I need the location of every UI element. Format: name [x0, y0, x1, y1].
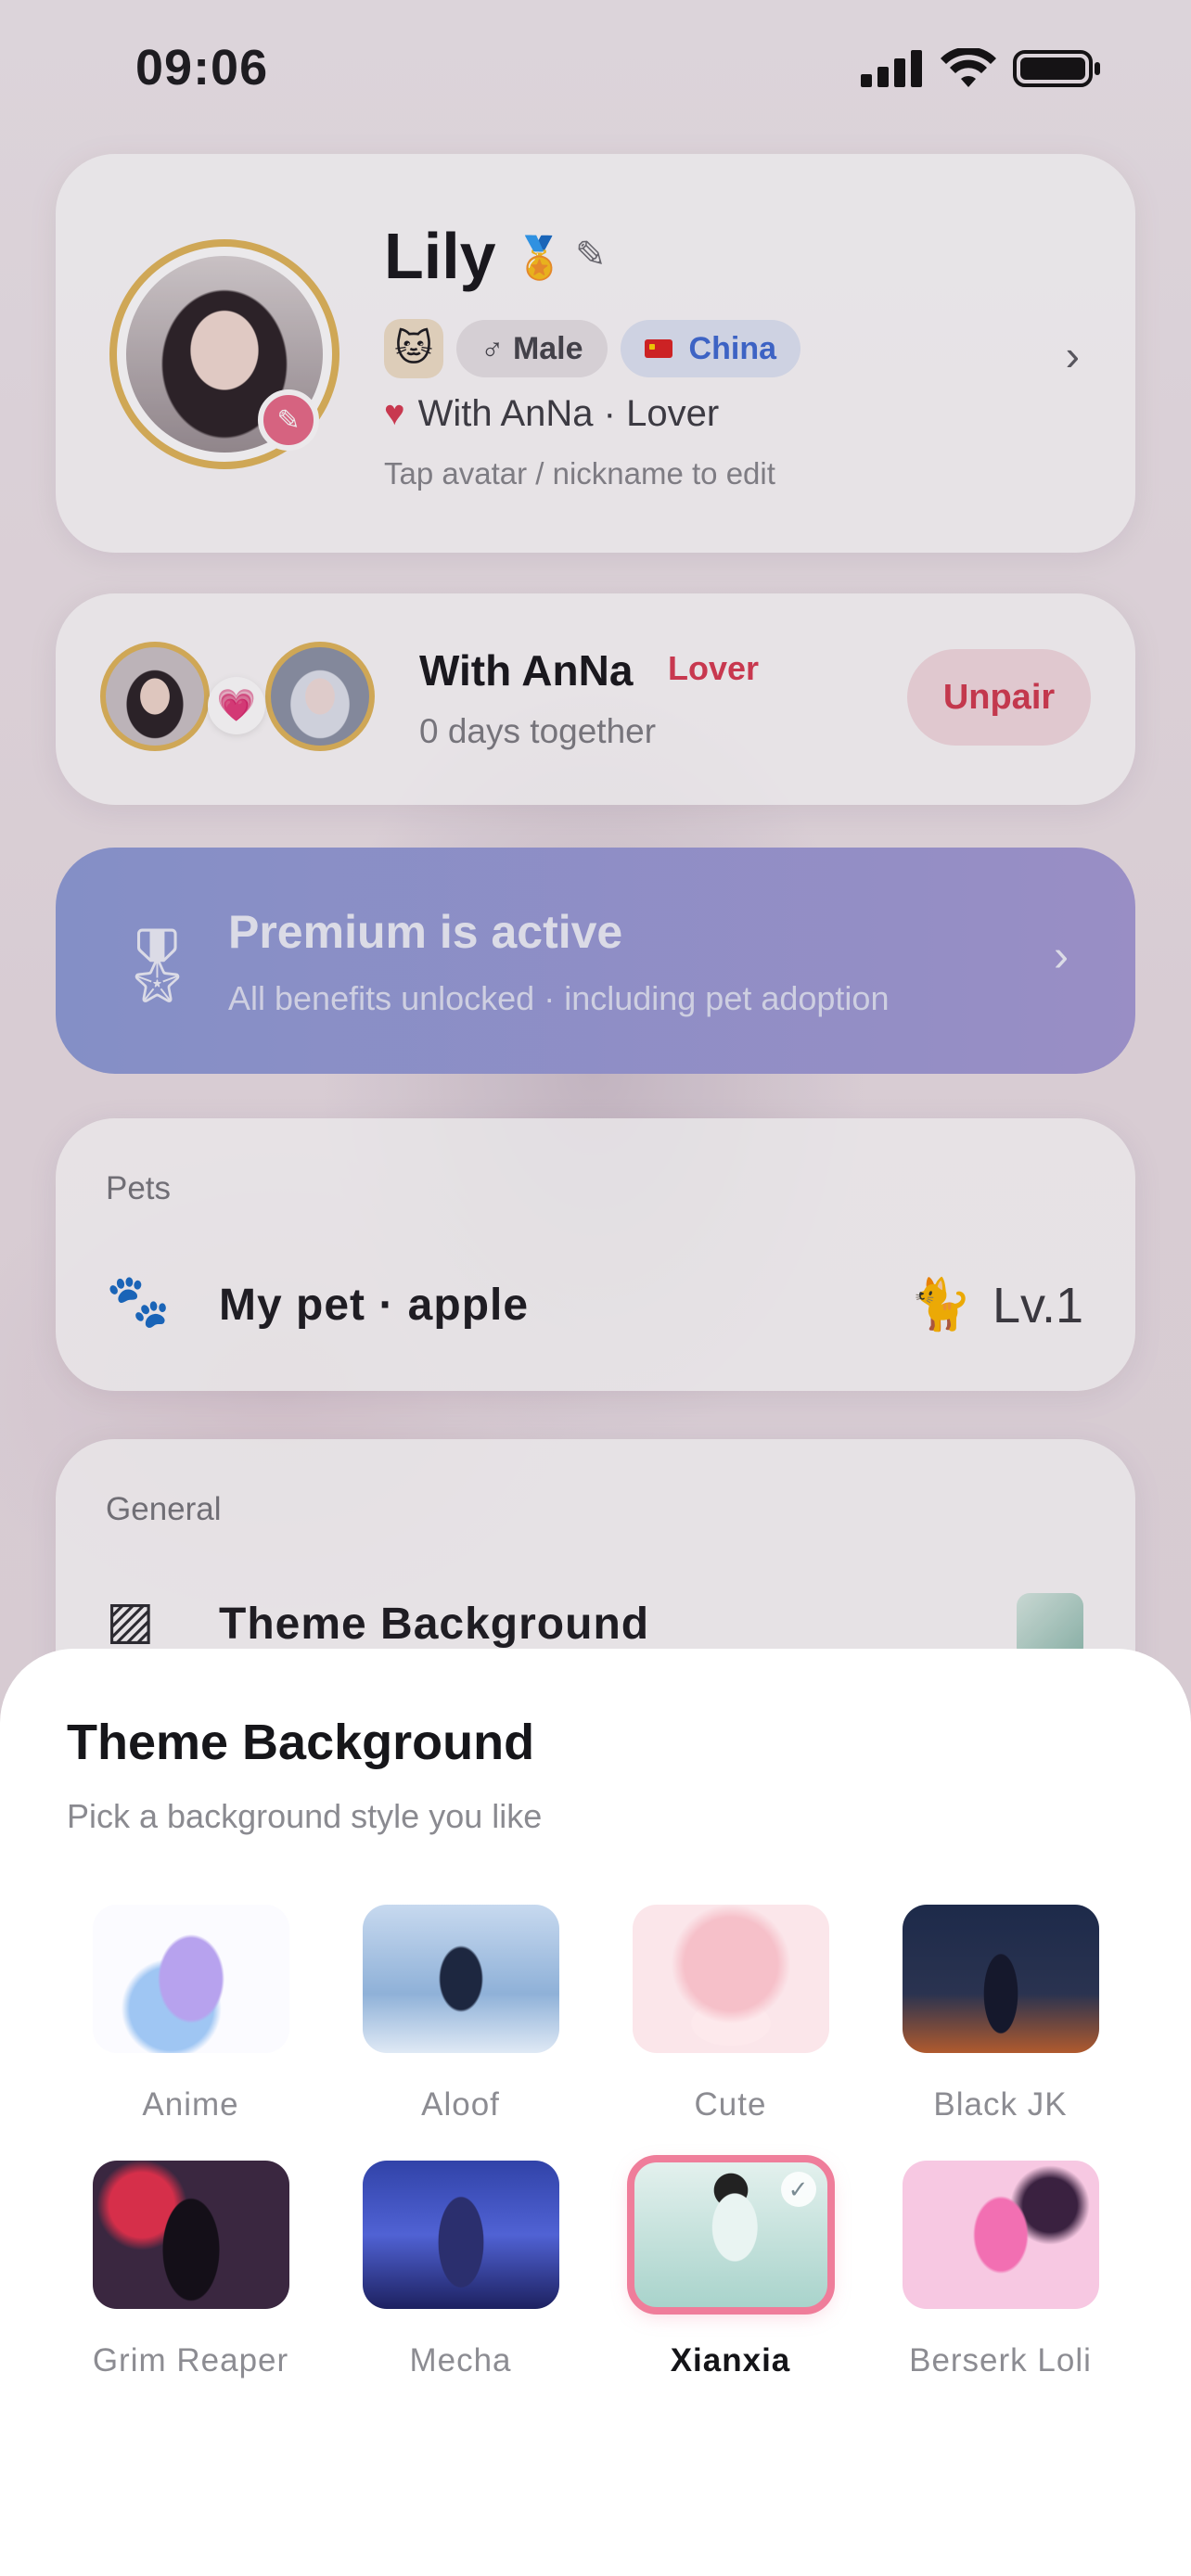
cat-icon: 🐈 [909, 1277, 972, 1333]
sheet-subtitle: Pick a background style you like [67, 1797, 543, 1835]
theme-bottom-sheet: Theme Background Pick a background style… [0, 1649, 1191, 2576]
wifi-icon [941, 48, 996, 87]
section-label: General [106, 1491, 222, 1527]
premium-title: Premium is active [228, 906, 623, 958]
check-icon: ✓ [780, 2172, 816, 2207]
sheet-title: Theme Background [67, 1715, 535, 1770]
award-icon: 🎖 [111, 925, 204, 1006]
chevron-right-icon: › [1054, 932, 1069, 981]
theme-option-black-jk[interactable]: Black JK [865, 1905, 1135, 2123]
theme-option-xianxia[interactable]: ✓ Xianxia [596, 2155, 865, 2379]
profile-card[interactable]: ✎ Lily 🏅 ✎ 🐱 ♂ Male China › ♥ With AnNa ·… [56, 154, 1135, 553]
country-chip: China [620, 320, 800, 377]
pets-section: Pets 🐾 My pet · apple 🐈 Lv.1 [56, 1118, 1135, 1391]
edit-hint: Tap avatar / nickname to edit [384, 456, 775, 491]
chevron-right-icon[interactable]: › [1066, 330, 1080, 380]
edit-avatar-icon[interactable]: ✎ [258, 389, 319, 451]
premium-subtitle: All benefits unlocked · including pet ad… [228, 979, 890, 1017]
signal-icon [861, 50, 922, 87]
theme-thumbnail[interactable] [902, 1905, 1099, 2053]
medal-icon: 🏅 [514, 236, 565, 281]
theme-thumbnail[interactable] [362, 2161, 559, 2309]
section-label: Pets [106, 1170, 172, 1206]
partner-avatar [265, 642, 375, 751]
theme-thumbnail[interactable] [632, 1905, 829, 2053]
theme-thumbnail[interactable] [92, 2161, 289, 2309]
theme-option-cute[interactable]: Cute [596, 1905, 865, 2123]
unpair-button[interactable]: Unpair [907, 649, 1091, 746]
status-bar: 09:06 [0, 0, 1191, 139]
theme-option-berserk-loli[interactable]: Berserk Loli [865, 2161, 1135, 2379]
china-flag-icon [644, 339, 672, 358]
theme-option-grim-reaper[interactable]: Grim Reaper [56, 2161, 326, 2379]
theme-option-mecha[interactable]: Mecha [326, 2161, 596, 2379]
user-avatar [100, 642, 210, 751]
battery-icon [1013, 50, 1100, 87]
pair-title: With AnNa [419, 646, 634, 695]
theme-thumbnail[interactable] [902, 2161, 1099, 2309]
theme-thumbnail[interactable] [362, 1905, 559, 2053]
theme-row-label[interactable]: Theme Background [219, 1599, 649, 1650]
theme-option-aloof[interactable]: Aloof [326, 1905, 596, 2123]
heart-icon: ♥ [384, 394, 405, 433]
nickname[interactable]: Lily [384, 219, 496, 293]
theme-thumbnail-selected[interactable]: ✓ [626, 2155, 835, 2315]
image-icon: ▨ [106, 1590, 155, 1649]
days-together: 0 days together [419, 712, 657, 750]
pair-card: 💗 With AnNa Lover 0 days together Unpair [56, 593, 1135, 805]
theme-grid: Anime Aloof Cute Black JK Grim Reaper Me… [56, 1905, 1135, 2379]
pet-level[interactable]: 🐈 Lv.1 [910, 1276, 1083, 1334]
lover-badge: Lover [668, 649, 760, 687]
edit-name-icon[interactable]: ✎ [575, 234, 607, 276]
theme-thumbnail[interactable] [92, 1905, 289, 2053]
pet-row-label[interactable]: My pet · apple [219, 1280, 529, 1331]
paw-icon: 🐾 [106, 1271, 171, 1330]
theme-option-anime[interactable]: Anime [56, 1905, 326, 2123]
relationship-line: ♥ With AnNa · Lover [384, 393, 720, 434]
premium-banner[interactable]: 🎖 Premium is active All benefits unlocke… [56, 848, 1135, 1074]
clock: 09:06 [135, 40, 269, 96]
pet-badge-icon: 🐱 [384, 319, 443, 378]
gender-chip: ♂ Male [456, 320, 608, 377]
heart-link-icon: 💗 [208, 677, 265, 734]
